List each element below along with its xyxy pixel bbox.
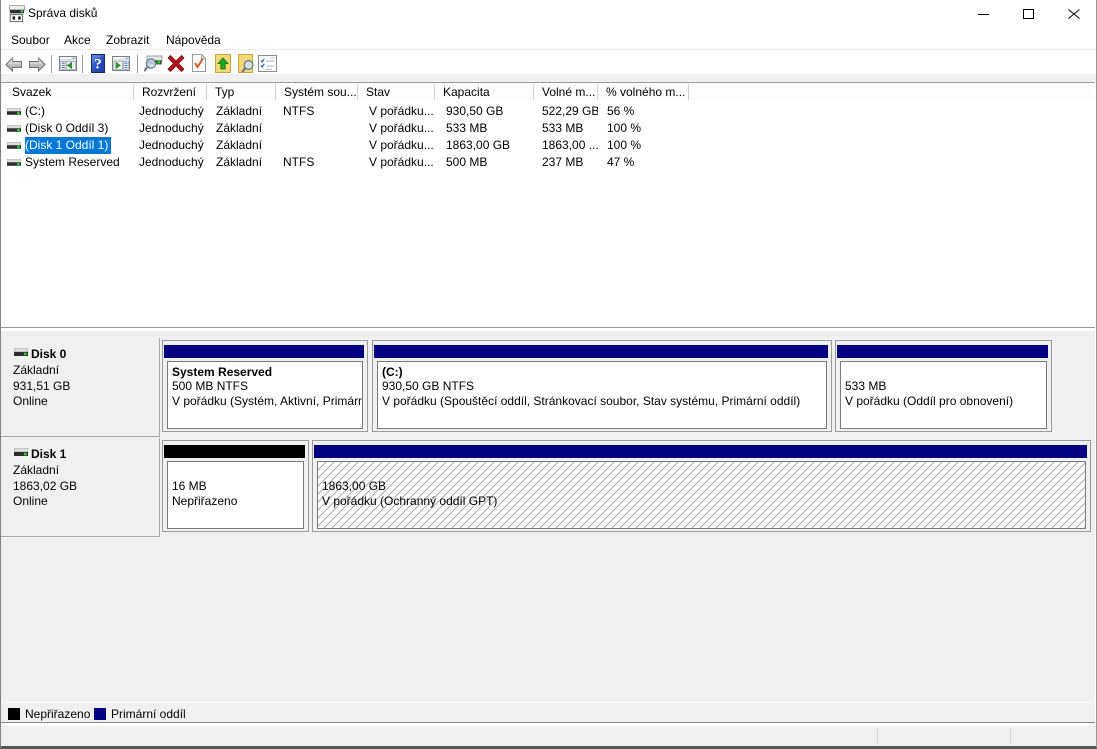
- svg-text:?: ?: [94, 57, 102, 73]
